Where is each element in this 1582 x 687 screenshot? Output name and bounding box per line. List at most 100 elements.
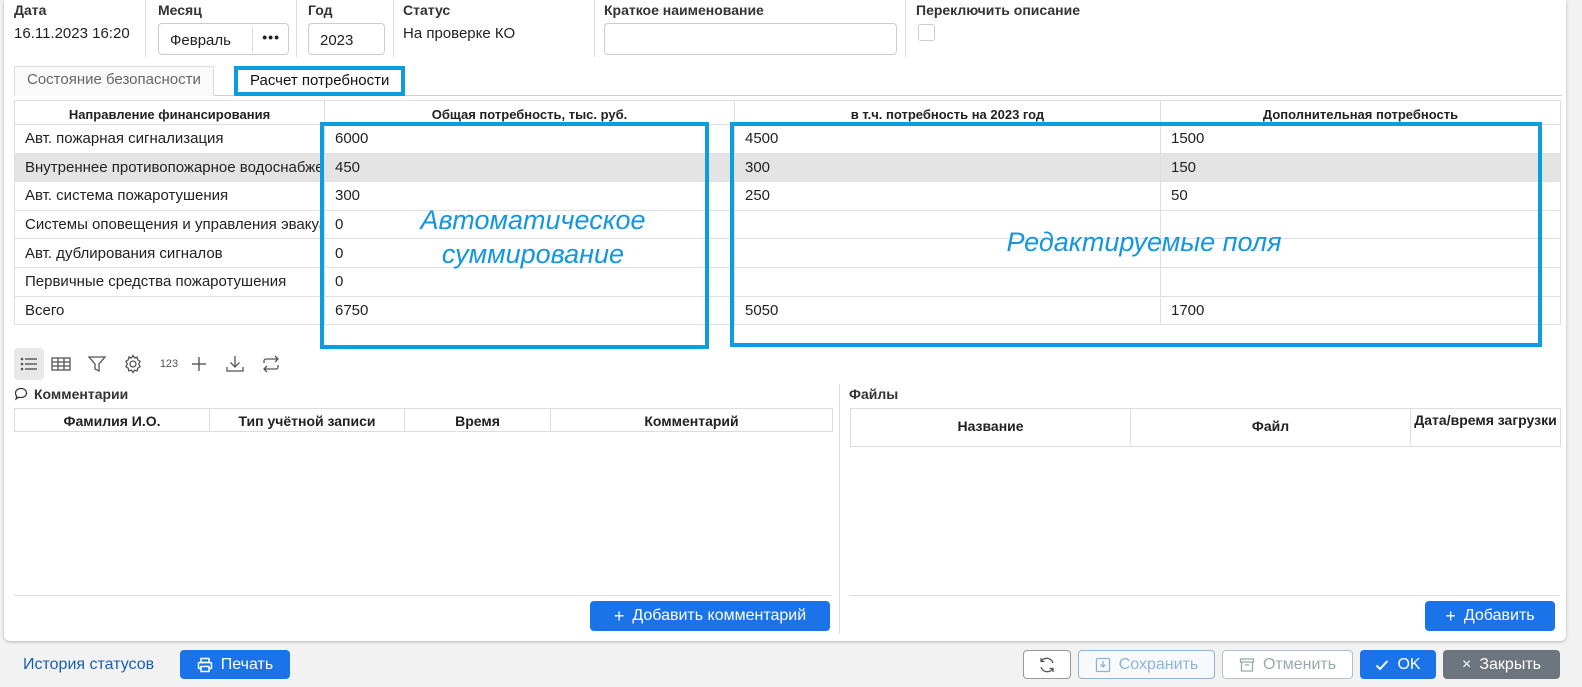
close-label: Закрыть [1479,655,1541,673]
column-header[interactable]: Дата/время загрузки [1410,408,1561,447]
add-comment-button[interactable]: + Добавить комментарий [590,601,830,631]
comments-header: Комментарии [14,386,128,402]
files-title: Файлы [849,386,899,402]
table-cell[interactable] [734,266,1161,297]
divider [594,0,595,57]
divider [145,0,146,57]
divider [14,595,832,596]
year-input[interactable]: 2023 [308,23,385,55]
month-value: Февраль [170,32,231,49]
table-row: Системы оповещения и управления эвакуаци… [14,209,1561,240]
status-value: На проверке КО [403,25,516,42]
year-value: 2023 [320,32,354,49]
column-header: Общая потребность, тыс. руб. [324,100,735,125]
printer-icon [197,657,213,672]
row-label: Внутреннее противопожарное водоснабжение [14,152,325,183]
table-cell: 6000 [324,124,735,154]
status-label: Статус [403,2,451,18]
date-value: 16.11.2023 16:20 [14,25,130,42]
plus-icon: + [1445,605,1456,626]
table-cell: 0 [324,266,735,297]
table-cell[interactable]: 250 [734,181,1161,211]
table-row: Авт. пожарная сигнализация 6000 4500 1500 [14,124,1561,154]
download-icon[interactable] [220,348,250,380]
tab-bar: Состояние безопасности Расчет потребност… [14,66,1562,96]
table-row: Внутреннее противопожарное водоснабжение… [14,152,1561,183]
table-icon[interactable] [46,348,76,380]
ok-label: OK [1397,655,1421,673]
save-icon [1095,657,1110,672]
short-name-label: Краткое наименование [604,2,764,18]
column-header[interactable]: Комментарий [550,408,833,432]
divider [839,384,840,634]
filter-icon[interactable] [82,348,112,380]
refresh-icon [1040,657,1054,672]
plus-icon[interactable] [184,348,214,380]
date-label: Дата [14,2,47,18]
table-cell[interactable]: 300 [734,152,1161,183]
row-label: Авт. система пожаротушения [14,181,325,211]
table-row: Авт. система пожаротушения 300 250 50 [14,181,1561,211]
close-icon: × [1462,655,1472,673]
table-cell: 5050 [734,295,1161,326]
table-cell[interactable]: 150 [1160,152,1561,183]
month-label: Месяц [158,2,202,18]
column-header[interactable]: Название [850,408,1131,447]
ok-button[interactable]: OK [1360,650,1436,679]
short-name-input[interactable] [604,23,897,55]
tab-needs-calc[interactable]: Расчет потребности [234,66,406,96]
save-button[interactable]: Сохранить [1078,650,1215,679]
comments-title: Комментарии [34,386,129,402]
add-file-label: Добавить [1463,607,1535,624]
row-label: Авт. дублирования сигналов [14,238,325,268]
year-label: Год [308,2,333,18]
check-icon [1376,659,1389,670]
column-header[interactable]: Фамилия И.О. [14,408,210,432]
switch-desc-checkbox[interactable] [918,24,935,41]
print-label: Печать [220,655,274,673]
table-cell[interactable]: 1500 [1160,124,1561,154]
table-cell[interactable]: 50 [1160,181,1561,211]
table-cell: 450 [324,152,735,183]
refresh-button[interactable] [1023,650,1071,679]
table-cell[interactable] [1160,266,1561,297]
comment-icon [14,387,28,401]
gear-icon[interactable] [118,348,148,380]
divider [296,0,297,57]
document-card: Дата 16.11.2023 16:20 Месяц Февраль ••• … [4,0,1566,641]
month-select[interactable]: Февраль ••• [158,23,289,55]
add-file-button[interactable]: + Добавить [1425,601,1555,631]
status-history-link[interactable]: История статусов [23,656,154,674]
row-label: Первичные средства пожаротушения [14,266,325,297]
table-cell: 1700 [1160,295,1561,326]
divider [905,0,906,57]
cancel-label: Отменить [1262,655,1337,673]
editable-annotation: Редактируемые поля [1006,227,1282,257]
table-cell: 6750 [324,295,735,326]
tab-safety-state[interactable]: Состояние безопасности [14,66,214,96]
column-header[interactable]: Тип учётной записи [209,408,405,432]
numeric-format-button[interactable]: 123 [154,348,184,380]
print-button[interactable]: Печать [180,650,290,679]
column-header[interactable]: Файл [1130,408,1411,447]
column-header: Направление финансирования [14,100,325,125]
row-label: Системы оповещения и управления эвакуаци… [14,209,325,240]
table-row: Авт. дублирования сигналов 0 [14,238,1561,268]
column-header[interactable]: Время [404,408,551,432]
row-label: Всего [14,295,325,326]
cancel-button[interactable]: Отменить [1222,650,1353,679]
archive-icon [1239,657,1255,672]
divider [850,595,1560,596]
list-icon[interactable] [14,348,44,380]
files-table: Название Файл Дата/время загрузки [850,408,1561,447]
more-button[interactable]: ••• [262,29,280,45]
auto-sum-annotation: Автоматическое суммирование [420,205,646,269]
repeat-icon[interactable] [256,348,286,380]
close-button[interactable]: × Закрыть [1443,650,1560,679]
needs-table: Направление финансирования Общая потребно… [14,100,1561,326]
table-cell[interactable]: 4500 [734,124,1161,154]
save-label: Сохранить [1118,655,1199,673]
switch-desc-label: Переключить описание [916,2,1080,18]
divider [393,0,394,57]
table-row: Первичные средства пожаротушения 0 [14,266,1561,297]
